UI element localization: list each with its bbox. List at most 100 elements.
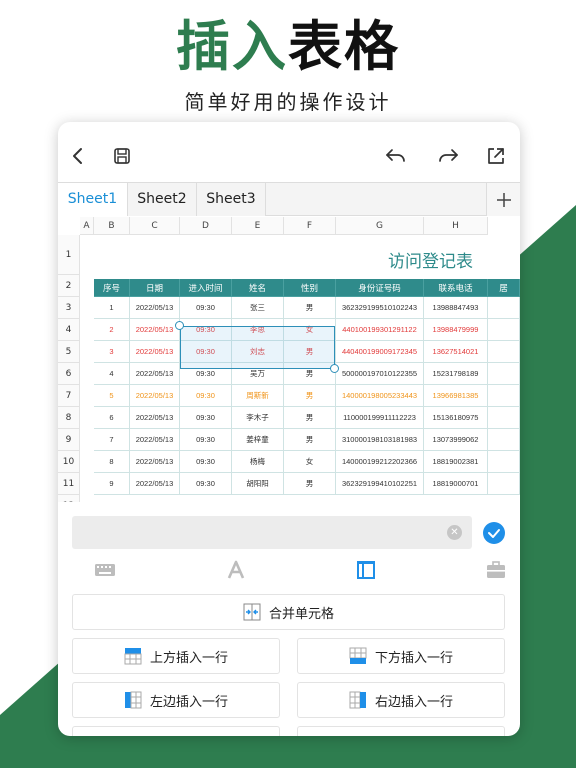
table-cell[interactable]: 2022/05/13 <box>130 297 180 319</box>
column-header[interactable]: B <box>94 217 130 235</box>
table-cell[interactable]: 13988847493 <box>424 297 488 319</box>
selection-handle-end[interactable] <box>330 364 339 373</box>
table-cell[interactable]: 140000198005233443 <box>336 385 424 407</box>
table-cell[interactable]: 09:30 <box>180 473 232 495</box>
table-cell[interactable]: 18819002381 <box>424 451 488 473</box>
merge-cells-button[interactable]: 合并单元格 <box>72 594 505 630</box>
clear-icon[interactable]: ✕ <box>447 525 462 540</box>
table-cell[interactable]: 362329199510102243 <box>336 297 424 319</box>
table-cell[interactable]: 1 <box>94 297 130 319</box>
table-cell[interactable]: 2022/05/13 <box>130 319 180 341</box>
table-cell[interactable]: 2022/05/13 <box>130 341 180 363</box>
table-cell[interactable]: 2 <box>94 319 130 341</box>
table-cell[interactable]: 周斯新 <box>232 385 284 407</box>
more-action-button-right[interactable] <box>297 726 505 736</box>
tab-sheet3[interactable]: Sheet3 <box>197 183 266 216</box>
table-cell[interactable]: 440400199009172345 <box>336 341 424 363</box>
table-header-cell[interactable]: 联系电话 <box>424 279 488 297</box>
undo-icon[interactable] <box>384 144 408 168</box>
row-header[interactable]: 2 <box>58 275 80 297</box>
table-cell[interactable]: 09:30 <box>180 429 232 451</box>
table-header-cell[interactable]: 日期 <box>130 279 180 297</box>
table-layout-icon[interactable] <box>346 556 386 584</box>
table-cell[interactable]: 9 <box>94 473 130 495</box>
table-cell[interactable]: 2022/05/13 <box>130 451 180 473</box>
table-cell[interactable]: 5 <box>94 385 130 407</box>
row-header[interactable]: 7 <box>58 385 80 407</box>
row-header[interactable]: 12 <box>58 495 80 502</box>
table-cell[interactable] <box>488 297 520 319</box>
table-cell[interactable]: 胡阳阳 <box>232 473 284 495</box>
table-cell[interactable]: 2022/05/13 <box>130 385 180 407</box>
selection-handle-start[interactable] <box>175 321 184 330</box>
back-icon[interactable] <box>66 144 90 168</box>
table-cell[interactable]: 2022/05/13 <box>130 363 180 385</box>
column-header[interactable]: C <box>130 217 180 235</box>
tab-sheet2[interactable]: Sheet2 <box>128 183 197 216</box>
add-sheet-button[interactable] <box>486 183 520 216</box>
table-cell[interactable]: 13988479999 <box>424 319 488 341</box>
more-action-button-left[interactable] <box>72 726 280 736</box>
table-cell[interactable]: 440100199301291122 <box>336 319 424 341</box>
row-header[interactable]: 11 <box>58 473 80 495</box>
toolbox-icon[interactable] <box>476 556 516 584</box>
spreadsheet-grid[interactable]: ABCDEFGH123456789101112序号日期进入时间姓名性别身份证号码… <box>58 217 520 502</box>
table-header-cell[interactable]: 进入时间 <box>180 279 232 297</box>
table-cell[interactable]: 09:30 <box>180 297 232 319</box>
table-cell[interactable]: 362329199410102251 <box>336 473 424 495</box>
selection-range[interactable] <box>180 326 335 369</box>
row-header[interactable]: 5 <box>58 341 80 363</box>
table-cell[interactable] <box>488 429 520 451</box>
row-header[interactable]: 8 <box>58 407 80 429</box>
redo-icon[interactable] <box>436 144 460 168</box>
table-cell[interactable]: 2022/05/13 <box>130 407 180 429</box>
column-header[interactable]: F <box>284 217 336 235</box>
table-cell[interactable]: 2022/05/13 <box>130 473 180 495</box>
text-format-icon[interactable] <box>216 556 256 584</box>
insert-column-left-button[interactable]: 左边插入一行 <box>72 682 280 718</box>
row-header[interactable]: 6 <box>58 363 80 385</box>
row-header[interactable]: 3 <box>58 297 80 319</box>
table-cell[interactable]: 09:30 <box>180 451 232 473</box>
insert-row-above-button[interactable]: 上方插入一行 <box>72 638 280 674</box>
table-cell[interactable]: 500000197010122355 <box>336 363 424 385</box>
table-cell[interactable]: 男 <box>284 407 336 429</box>
table-header-cell[interactable]: 序号 <box>94 279 130 297</box>
row-header[interactable]: 10 <box>58 451 80 473</box>
table-cell[interactable] <box>488 363 520 385</box>
table-cell[interactable]: 2022/05/13 <box>130 429 180 451</box>
table-cell[interactable] <box>488 407 520 429</box>
table-cell[interactable]: 女 <box>284 451 336 473</box>
tab-sheet1[interactable]: Sheet1 <box>58 183 128 216</box>
row-header[interactable]: 4 <box>58 319 80 341</box>
table-cell[interactable]: 09:30 <box>180 385 232 407</box>
row-header[interactable]: 9 <box>58 429 80 451</box>
insert-column-right-button[interactable]: 右边插入一行 <box>297 682 505 718</box>
table-cell[interactable]: 姜梓童 <box>232 429 284 451</box>
table-cell[interactable]: 13073999062 <box>424 429 488 451</box>
table-cell[interactable]: 男 <box>284 297 336 319</box>
table-cell[interactable]: 7 <box>94 429 130 451</box>
table-cell[interactable]: 13966981385 <box>424 385 488 407</box>
table-cell[interactable]: 李木子 <box>232 407 284 429</box>
table-cell[interactable]: 张三 <box>232 297 284 319</box>
keyboard-icon[interactable] <box>85 556 125 584</box>
table-cell[interactable]: 310000198103181983 <box>336 429 424 451</box>
table-header-cell[interactable]: 居 <box>488 279 520 297</box>
row-header[interactable]: 1 <box>58 235 80 275</box>
column-header[interactable]: E <box>232 217 284 235</box>
column-header[interactable]: D <box>180 217 232 235</box>
table-cell[interactable]: 18819000701 <box>424 473 488 495</box>
table-cell[interactable]: 15136180975 <box>424 407 488 429</box>
table-header-cell[interactable]: 性别 <box>284 279 336 297</box>
table-cell[interactable] <box>488 319 520 341</box>
table-cell[interactable] <box>488 473 520 495</box>
table-cell[interactable]: 男 <box>284 429 336 451</box>
insert-row-below-button[interactable]: 下方插入一行 <box>297 638 505 674</box>
table-cell[interactable] <box>488 385 520 407</box>
table-header-cell[interactable]: 身份证号码 <box>336 279 424 297</box>
table-header-cell[interactable]: 姓名 <box>232 279 284 297</box>
table-cell[interactable]: 6 <box>94 407 130 429</box>
share-icon[interactable] <box>484 144 508 168</box>
table-cell[interactable]: 男 <box>284 473 336 495</box>
